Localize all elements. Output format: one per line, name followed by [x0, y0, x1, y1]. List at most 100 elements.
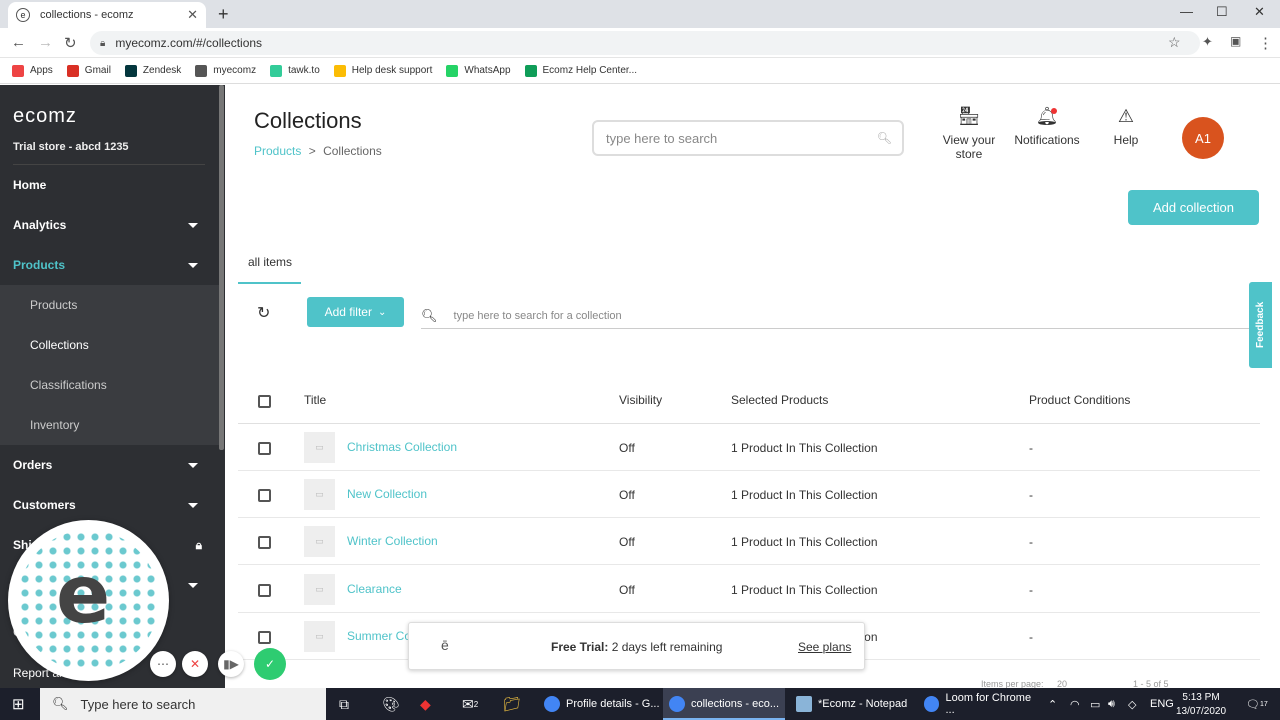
more-options-icon[interactable]: ⋯ [150, 651, 176, 677]
new-tab-icon[interactable]: + [218, 4, 229, 25]
collection-title-link[interactable]: Winter Collection [347, 534, 438, 548]
row-checkbox[interactable] [258, 442, 271, 455]
collection-search-input[interactable]: 🔍︎ type here to search for a collection [421, 304, 1249, 329]
taskbar-clock[interactable]: 5:13 PM 13/07/2020 [1176, 689, 1226, 719]
maximize-icon[interactable]: ☐ [1216, 4, 1228, 20]
sidebar-subitem-products[interactable]: Products [0, 285, 222, 325]
mail-icon[interactable]: ✉︎ 2 [462, 688, 478, 720]
pause-recording-icon[interactable]: ▮▶ [218, 651, 244, 677]
network-icon[interactable]: ▭ [1090, 688, 1100, 720]
select-all-checkbox[interactable] [258, 395, 271, 408]
column-header-selected-products[interactable]: Selected Products [731, 393, 828, 407]
bookmark-star-icon[interactable]: ☆ [1168, 34, 1181, 51]
avatar[interactable]: A1 [1182, 117, 1224, 159]
bookmark-item[interactable]: tawk.to [270, 64, 320, 77]
product-conditions-value: - [1029, 441, 1033, 455]
file-explorer-icon[interactable]: 📁︎ [503, 688, 521, 720]
bookmark-item[interactable]: Apps [12, 64, 53, 77]
sidebar-item-customers[interactable]: Customers [0, 485, 222, 525]
taskbar-search-input[interactable]: 🔍︎ Type here to search [40, 688, 326, 720]
reload-icon[interactable]: ↻ [64, 34, 77, 52]
wifi-icon[interactable]: ◠ [1070, 688, 1080, 720]
refresh-icon[interactable]: ↻ [257, 303, 270, 323]
feedback-tab[interactable]: Feedback [1249, 282, 1272, 368]
table-row[interactable]: ▭ Winter Collection Off 1 Product In This C… [238, 518, 1260, 565]
sidebar-item-analytics[interactable]: Analytics [0, 205, 222, 245]
bookmark-icon [446, 64, 459, 77]
close-window-icon[interactable]: ✕ [1254, 4, 1265, 20]
sidebar-subitem-inventory[interactable]: Inventory [0, 405, 222, 445]
table-row[interactable]: ▭ New Collection Off 1 Product In This Coll… [238, 471, 1260, 518]
bookmark-item[interactable]: myecomz [195, 64, 256, 77]
row-checkbox[interactable] [258, 536, 271, 549]
sidebar-item-products[interactable]: Products [0, 245, 222, 285]
product-conditions-value: - [1029, 583, 1033, 597]
forward-icon[interactable]: → [38, 34, 53, 51]
sidebar-subitem-collections[interactable]: Collections [0, 325, 222, 365]
lock-icon: 🔒︎ [195, 537, 202, 552]
see-plans-link[interactable]: See plans [798, 640, 851, 654]
language-indicator[interactable]: ENG [1150, 688, 1174, 720]
extensions-icon[interactable]: ✦ [1202, 34, 1213, 50]
windows-start-icon[interactable]: ⊞ [12, 688, 25, 720]
tray-expand-icon[interactable]: ⌃ [1048, 688, 1057, 720]
cancel-recording-icon[interactable]: ✕ [182, 651, 208, 677]
back-icon[interactable]: ← [11, 34, 26, 51]
tab-all-items[interactable]: all items [248, 255, 292, 269]
table-row[interactable]: ▭ Christmas Collection Off 1 Product In Thi… [238, 424, 1260, 471]
column-header-product-conditions[interactable]: Product Conditions [1029, 393, 1130, 407]
finish-recording-icon[interactable]: ✓ [254, 648, 286, 680]
sidebar-scrollbar[interactable] [219, 85, 224, 450]
loom-camera-bubble[interactable]: e [8, 520, 169, 681]
bookmark-item[interactable]: Help desk support [333, 64, 432, 77]
collection-title-link[interactable]: Christmas Collection [347, 440, 457, 454]
notifications-button[interactable]: 🔔︎ Notifications [1012, 106, 1082, 147]
collection-title-link[interactable]: New Collection [347, 487, 427, 501]
taskbar-app-notepad[interactable]: *Ecomz - Notepad [790, 688, 912, 720]
help-button[interactable]: ⚠︎ Help [1106, 106, 1146, 147]
menu-icon[interactable]: ⋮ [1258, 34, 1273, 52]
tab-title: collections - ecomz [40, 9, 134, 21]
row-checkbox[interactable] [258, 631, 271, 644]
column-header-visibility[interactable]: Visibility [619, 393, 662, 407]
row-checkbox[interactable] [258, 584, 271, 597]
volume-icon[interactable]: 🔊︎ [1108, 688, 1115, 720]
lock-icon: 🔒︎ [100, 37, 106, 49]
taskbar-app-chrome-profile[interactable]: Profile details - G... [538, 688, 660, 720]
close-tab-icon[interactable]: ✕ [187, 7, 198, 23]
ecomz-e-logo: e [56, 548, 111, 641]
bookmark-item[interactable]: WhatsApp [446, 64, 511, 77]
chevron-down-icon: ⌄ [377, 306, 387, 318]
image-placeholder-icon: ▭ [304, 479, 335, 510]
taskbar-app-loom[interactable]: Loom for Chrome ... [918, 688, 1040, 720]
clock-time: 5:13 PM [1182, 692, 1220, 703]
paint-icon[interactable]: 🎨︎ [382, 688, 400, 720]
browser-tab[interactable]: e collections - ecomz ✕ [8, 2, 206, 28]
column-header-title[interactable]: Title [304, 393, 326, 407]
table-row[interactable]: ▭ Clearance Off 1 Product In This Collectio… [238, 566, 1260, 613]
add-filter-button[interactable]: Add filter ⌄ [307, 297, 404, 327]
url-bar[interactable]: 🔒︎ myecomz.com/#/collections [90, 31, 1200, 55]
visibility-value: Off [619, 488, 635, 502]
sidebar-item-orders[interactable]: Orders [0, 445, 222, 485]
global-search-input[interactable]: type here to search 🔍︎ [592, 120, 904, 156]
sidebar-item-home[interactable]: Home [0, 165, 222, 205]
taskbar-app-chrome-collections[interactable]: collections - eco... [663, 688, 785, 720]
row-checkbox[interactable] [258, 489, 271, 502]
breadcrumb-products-link[interactable]: Products [254, 144, 301, 158]
collection-title-link[interactable]: Clearance [347, 582, 402, 596]
add-collection-button[interactable]: Add collection [1128, 190, 1259, 225]
bookmark-item[interactable]: Zendesk [124, 64, 181, 77]
bookmark-item[interactable]: Ecomz Help Center... [524, 64, 637, 77]
sidebar-subitem-classifications[interactable]: Classifications [0, 365, 222, 405]
minimize-icon[interactable]: — [1180, 4, 1193, 19]
dropbox-icon[interactable]: ◇ [1128, 688, 1136, 720]
add-filter-label: Add filter [324, 305, 372, 319]
task-view-icon[interactable]: ⧉ [339, 688, 349, 720]
clock-date: 13/07/2020 [1176, 706, 1227, 717]
ecomz-extension-icon[interactable]: ▣ [1230, 34, 1241, 48]
view-store-button[interactable]: 🏪︎ View your store [940, 106, 998, 161]
bookmark-item[interactable]: Gmail [66, 64, 111, 77]
app-icon[interactable]: ◆ [420, 688, 431, 720]
notification-center-icon[interactable]: 🗨︎ 17 [1246, 688, 1268, 720]
